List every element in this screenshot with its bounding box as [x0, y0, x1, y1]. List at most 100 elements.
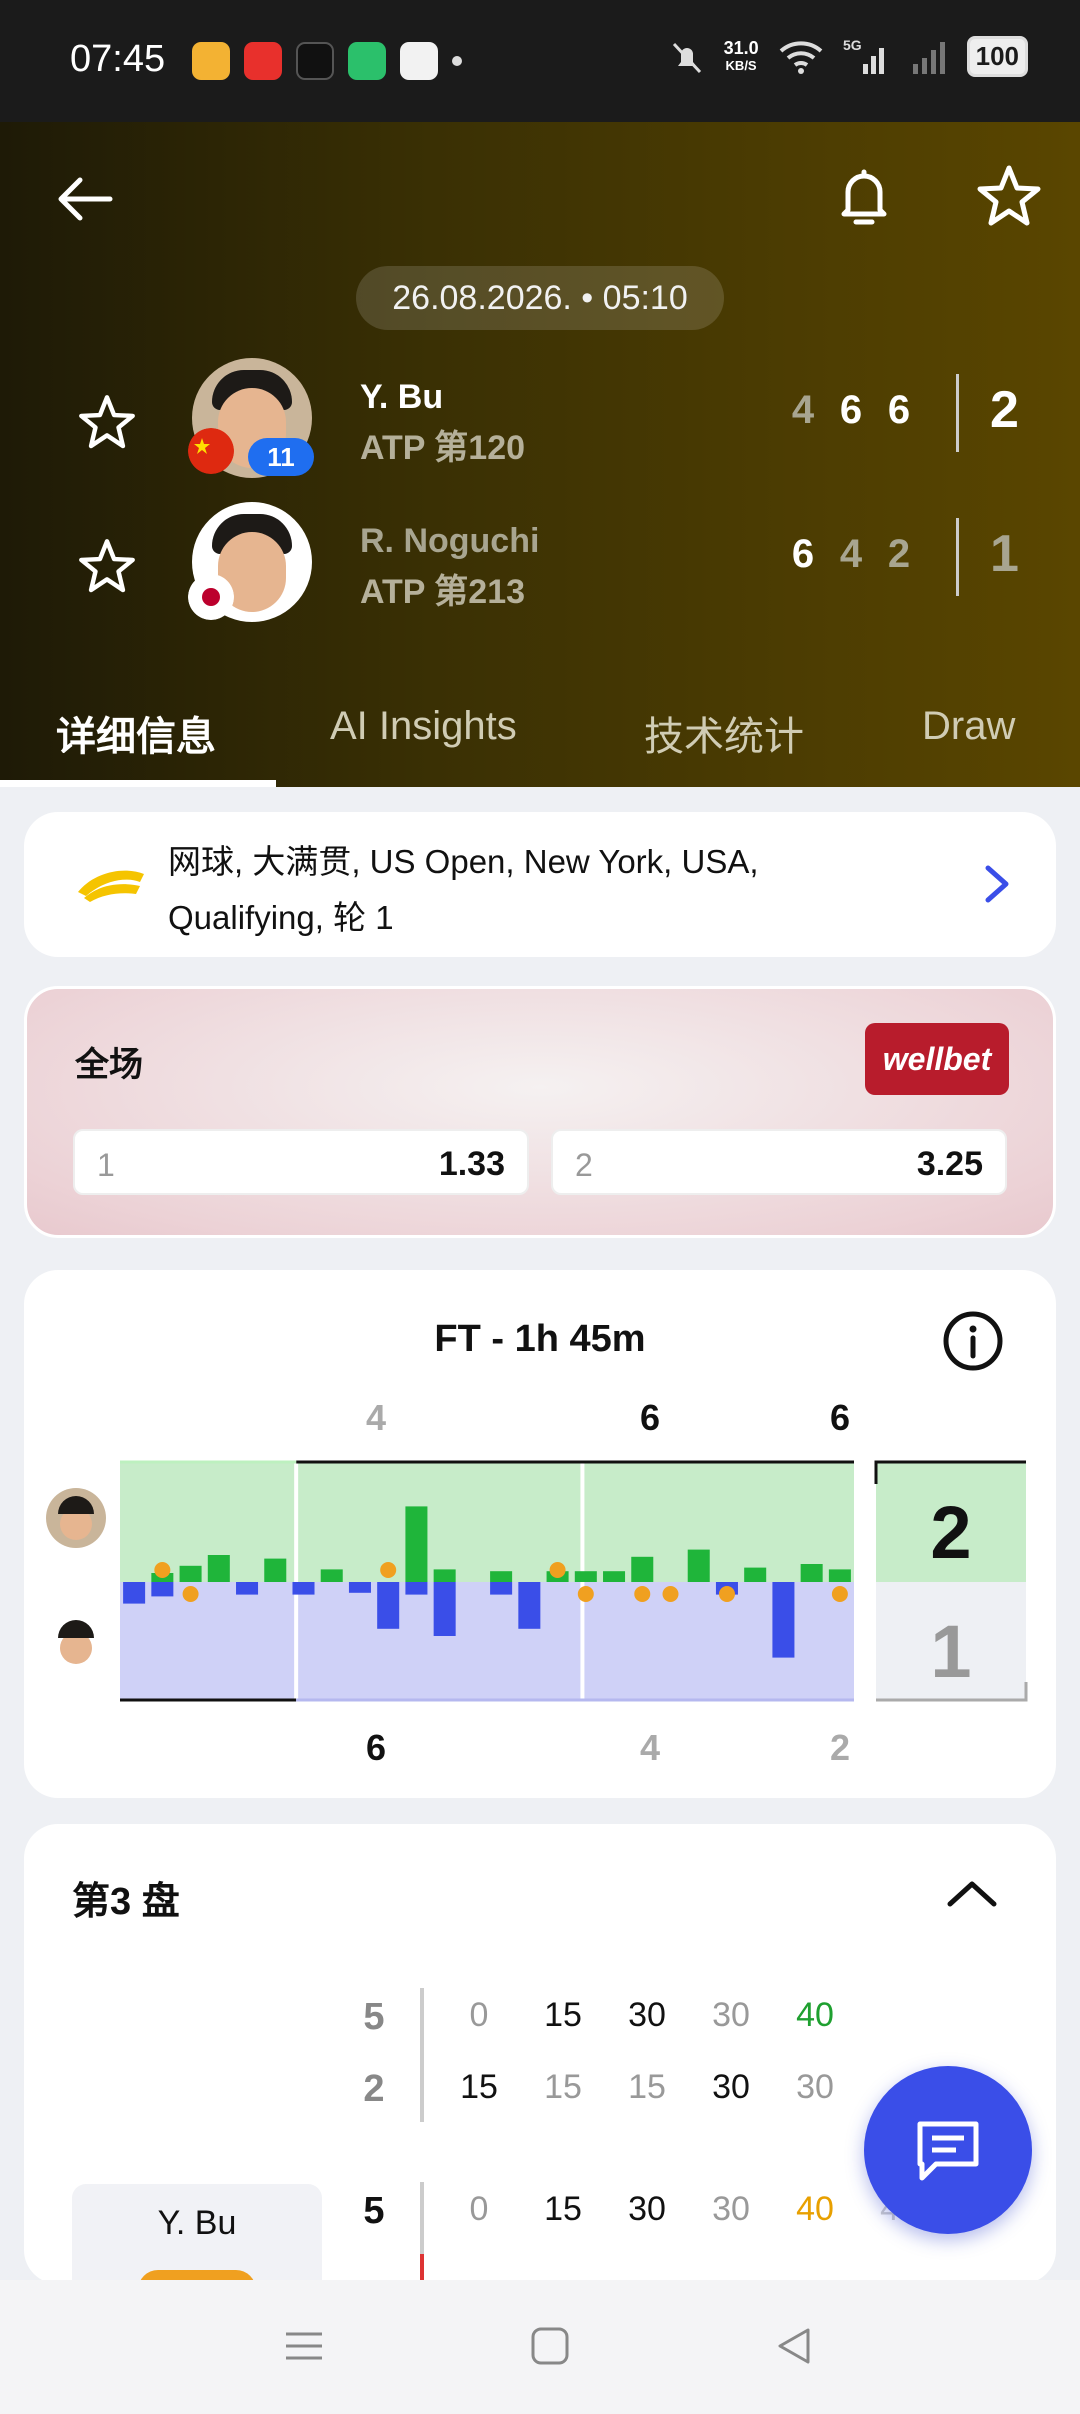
set-scores: 4 6 6 — [790, 388, 912, 433]
player-rank: ATP 第120 — [360, 429, 526, 467]
odds-option-2[interactable]: 2 3.25 — [551, 1129, 1007, 1195]
break-point-marker — [380, 1562, 397, 1578]
odds-value: 1.33 — [438, 1145, 505, 1183]
tab-statistics[interactable]: 技术统计 — [644, 704, 804, 762]
score-divider — [956, 518, 959, 596]
signal-5g-icon: 5G — [843, 38, 884, 74]
tab-ai-insights[interactable]: AI Insights — [330, 704, 517, 749]
set-score: 6 — [791, 532, 815, 576]
momentum-bar-player-2 — [405, 1582, 428, 1595]
tab-draw[interactable]: Draw — [922, 704, 1015, 749]
active-tab-indicator — [0, 780, 276, 787]
player-1-mini-avatar — [46, 1488, 106, 1548]
momentum-bar-player-1 — [433, 1569, 456, 1582]
tab-bar: 详细信息 AI Insights 技术统计 Draw — [0, 674, 1080, 787]
momentum-bar-player-2 — [151, 1582, 174, 1597]
status-bar: 07:45 31.0 KB/S 5G 100 — [0, 0, 1080, 122]
player-favorite-star-icon[interactable] — [76, 392, 138, 454]
match-datetime: 26.08.2026. • 05:10 — [356, 266, 724, 330]
status-time: 07:45 — [70, 38, 166, 80]
svg-text:5G: 5G — [843, 38, 862, 53]
japan-flag-icon — [188, 574, 234, 620]
momentum-bar-player-2 — [292, 1582, 315, 1595]
odds-label: 2 — [575, 1147, 593, 1183]
video-app-icon — [244, 42, 282, 80]
set-scores: 6 4 2 — [790, 532, 912, 577]
set-3-bottom-score: 2 — [830, 1727, 850, 1768]
sets-won: 1 — [990, 525, 1019, 583]
momentum-bar-player-1 — [800, 1564, 823, 1582]
chat-fab-button[interactable] — [864, 2066, 1032, 2234]
games-count: 5 — [363, 1996, 385, 2038]
player-row-1[interactable]: 11 Y. Bu ATP 第120 4 6 6 2 — [0, 358, 1080, 488]
point-score: 15 — [460, 2068, 498, 2106]
back-arrow-icon[interactable] — [50, 164, 120, 234]
point-score: 15 — [544, 2068, 582, 2106]
player-1-area — [120, 1462, 854, 1582]
competition-card[interactable]: 网球, 大满贯, US Open, New York, USA, Qualify… — [24, 812, 1056, 957]
point-score: 30 — [796, 2068, 834, 2106]
weibo-icon — [192, 42, 230, 80]
odds-option-1[interactable]: 1 1.33 — [73, 1129, 529, 1195]
back-nav-icon[interactable] — [772, 2324, 816, 2368]
momentum-bar-player-1 — [574, 1571, 597, 1582]
chevron-up-icon[interactable] — [944, 1876, 1000, 1910]
point-score: 0 — [469, 2190, 489, 2228]
momentum-bar-player-2 — [348, 1582, 371, 1593]
favorite-star-icon[interactable] — [974, 162, 1044, 232]
tab-details[interactable]: 详细信息 — [56, 704, 216, 762]
momentum-bar-player-1 — [264, 1558, 287, 1582]
momentum-bar-player-2 — [490, 1582, 513, 1595]
break-point-marker — [718, 1586, 735, 1602]
player-favorite-star-icon[interactable] — [76, 536, 138, 598]
competition-name: 网球, 大满贯, US Open, New York, USA, Qualify… — [168, 843, 759, 936]
seed-badge: 11 — [248, 438, 314, 476]
point-score: 40 — [796, 1996, 834, 2034]
status-right: 31.0 KB/S 5G 100 — [668, 36, 1028, 77]
menu-nav-icon[interactable] — [282, 2324, 326, 2368]
point-score: 30 — [628, 2190, 666, 2228]
games-count: 5 — [363, 2190, 385, 2232]
set-2-top-score: 6 — [640, 1397, 660, 1438]
tiktok-icon — [296, 42, 334, 80]
set-1-bottom-score: 6 — [366, 1727, 386, 1768]
point-score: 0 — [469, 1996, 489, 2034]
momentum-bar-player-1 — [179, 1565, 202, 1582]
momentum-bar-player-2 — [772, 1582, 795, 1658]
momentum-bar-player-2 — [433, 1582, 456, 1636]
more-notifications-dot — [452, 56, 462, 66]
set-score: 6 — [887, 388, 911, 432]
player-2-area — [120, 1582, 854, 1700]
odds-title: 全场 — [75, 1046, 143, 1084]
break-point-marker — [634, 1586, 651, 1602]
match-header: 26.08.2026. • 05:10 11 Y. Bu ATP 第120 4 … — [0, 122, 1080, 787]
momentum-bar-player-1 — [320, 1569, 343, 1582]
us-open-logo-icon — [78, 870, 144, 902]
momentum-bar-player-1 — [490, 1571, 513, 1582]
system-nav-bar — [0, 2280, 1080, 2414]
break-point-marker — [549, 1562, 566, 1578]
momentum-bar-player-1 — [603, 1571, 626, 1582]
china-flag-icon — [188, 428, 234, 474]
set-score: 4 — [791, 388, 815, 432]
momentum-bar-player-2 — [236, 1582, 259, 1595]
momentum-bar-player-1 — [631, 1556, 654, 1582]
point-score: 30 — [712, 1996, 750, 2034]
point-score: 30 — [712, 2068, 750, 2106]
bookmaker-logo[interactable]: wellbet — [865, 1023, 1009, 1095]
point-score: 15 — [544, 2190, 582, 2228]
break-point-marker — [662, 1586, 679, 1602]
momentum-card: FT - 1h 45m 2 1 4 6 6 6 4 2 — [24, 1270, 1056, 1798]
odds-value: 3.25 — [916, 1145, 983, 1183]
notification-icons — [192, 42, 462, 80]
player-row-2[interactable]: R. Noguchi ATP 第213 6 4 2 1 — [0, 502, 1080, 632]
bell-icon[interactable] — [834, 162, 894, 232]
games-count: 2 — [363, 2068, 385, 2110]
break-point-marker — [154, 1562, 171, 1578]
momentum-bar-player-2 — [518, 1582, 541, 1629]
odds-label: 1 — [97, 1147, 115, 1183]
battery-indicator: 100 — [966, 36, 1028, 77]
momentum-bar-player-1 — [687, 1549, 710, 1582]
battery-app-icon — [348, 42, 386, 80]
home-nav-icon[interactable] — [528, 2324, 572, 2368]
